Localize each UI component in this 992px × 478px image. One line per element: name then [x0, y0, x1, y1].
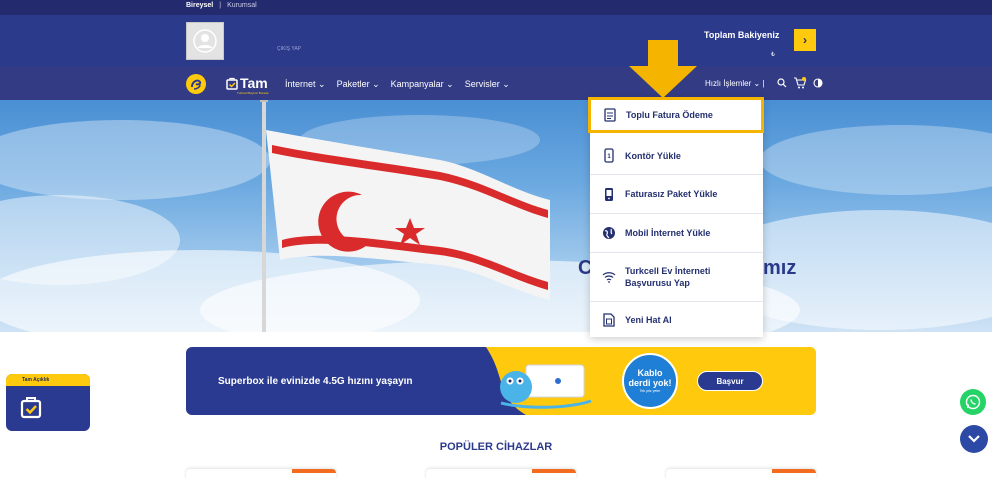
popular-devices-title: POPÜLER CİHAZLAR — [439, 441, 553, 453]
kablo-badge: Kablo derdi yok! Tek priz yeter — [622, 353, 678, 409]
top-bar: Bireysel | Kurumsal — [0, 0, 992, 15]
device-card[interactable] — [186, 469, 336, 478]
superbox-router-image — [500, 361, 592, 409]
user-icon — [193, 29, 217, 53]
menu-packages[interactable]: Paketler ⌄ — [337, 79, 380, 90]
nav-icon-group — [777, 77, 823, 89]
chevron-right-icon: › — [803, 33, 807, 47]
arrow-down-icon — [629, 40, 697, 98]
device-card[interactable] — [666, 469, 816, 478]
device-card-tag — [532, 469, 576, 473]
dropdown-item-mobile-internet[interactable]: Mobil İnternet Yükle — [590, 214, 763, 253]
main-menu: İnternet ⌄ Paketler ⌄ Kampanyalar ⌄ Serv… — [285, 79, 510, 90]
contrast-toggle-icon[interactable] — [813, 78, 823, 88]
banner-headline: Superbox ile evinizde 4.5G hızını yaşayı… — [218, 376, 413, 387]
dropdown-item-label: Kontör Yükle — [625, 150, 681, 161]
main-nav: Tam Turkcell Bayiniz Burada İnternet ⌄ P… — [0, 67, 992, 100]
chevron-down-icon — [968, 435, 980, 443]
cart-icon[interactable] — [793, 77, 807, 89]
hero-heading-right: mız — [763, 257, 797, 279]
turkcell-logo-icon — [191, 79, 202, 90]
quick-actions-menu[interactable]: Hızlı İşlemler ⌄ | — [705, 79, 764, 88]
svg-text:1: 1 — [607, 154, 611, 160]
balance-currency: ₺ — [771, 52, 775, 58]
turkcell-logo[interactable] — [186, 74, 206, 94]
dropdown-item-bulk-bill-payment[interactable]: Toplu Fatura Ödeme — [588, 97, 764, 133]
quick-actions-dropdown: Toplu Fatura Ödeme 1 Kontör Yükle Fatura… — [588, 97, 764, 337]
dropdown-item-home-internet[interactable]: Turkcell Ev İnterneti Başvurusu Yap — [590, 253, 763, 302]
search-icon[interactable] — [777, 78, 787, 88]
sim-card-icon — [602, 312, 616, 328]
dropdown-item-label: Yeni Hat Al — [625, 314, 672, 325]
wifi-icon — [602, 269, 616, 285]
device-card[interactable] — [426, 469, 576, 478]
scroll-down-button[interactable] — [960, 425, 988, 453]
avatar[interactable] — [186, 22, 224, 60]
tam-logo[interactable]: Tam — [226, 75, 268, 91]
tam-brand-subtitle: Turkcell Bayiniz Burada — [237, 91, 269, 95]
dropdown-item-load-credit[interactable]: 1 Kontör Yükle — [590, 137, 763, 175]
balance-arrow-button[interactable]: › — [794, 29, 816, 51]
balance-label: Toplam Bakiyeniz — [704, 30, 780, 40]
badge-line3: Tek priz yeter — [639, 389, 661, 393]
dropdown-item-label-line2: Başvurusu Yap — [625, 278, 690, 288]
device-card-tag — [292, 469, 336, 473]
tam-bag-icon — [226, 77, 238, 90]
tam-widget[interactable]: Tam Açıklık — [6, 374, 90, 431]
dropdown-item-label-group: Turkcell Ev İnterneti Başvurusu Yap — [625, 265, 710, 289]
apply-button[interactable]: Başvur — [697, 371, 763, 391]
phone-credit-icon: 1 — [602, 148, 616, 164]
tam-widget-label: Tam Açıklık — [6, 374, 90, 386]
personal-link[interactable]: Bireysel — [186, 2, 213, 9]
dropdown-item-prepaid-package[interactable]: Faturasız Paket Yükle — [590, 175, 763, 214]
phone-package-icon — [602, 186, 616, 202]
trnc-flag-image — [260, 100, 550, 332]
dropdown-item-label: Faturasız Paket Yükle — [625, 189, 718, 199]
segment-separator: | — [219, 2, 222, 9]
tam-brand-text: Tam — [240, 75, 268, 91]
superbox-promo-banner[interactable]: Superbox ile evinizde 4.5G hızını yaşayı… — [186, 347, 816, 415]
badge-line2: derdi yok! — [628, 378, 672, 388]
globe-icon — [602, 225, 616, 241]
segment-links: Bireysel | Kurumsal — [186, 2, 257, 9]
badge-line1: Kablo — [637, 368, 663, 378]
whatsapp-button[interactable] — [960, 389, 986, 415]
corporate-link[interactable]: Kurumsal — [227, 2, 257, 9]
hero-banner[interactable]: C mız — [0, 100, 992, 332]
dropdown-item-label: Toplu Fatura Ödeme — [626, 110, 713, 120]
menu-services[interactable]: Servisler ⌄ — [465, 79, 510, 90]
menu-campaigns[interactable]: Kampanyalar ⌄ — [391, 79, 454, 90]
dropdown-item-label: Turkcell Ev İnterneti — [625, 266, 711, 276]
dropdown-item-new-line[interactable]: Yeni Hat Al — [590, 302, 763, 337]
account-bar: ÇIKIŞ YAP Toplam Bakiyeniz ₺ › — [0, 15, 992, 67]
menu-internet[interactable]: İnternet ⌄ — [285, 79, 326, 90]
whatsapp-icon — [965, 394, 981, 410]
dropdown-item-label: Mobil İnternet Yükle — [625, 228, 711, 238]
invoice-icon — [603, 107, 617, 123]
tam-bag-icon — [20, 397, 42, 419]
device-card-tag — [772, 469, 816, 473]
logout-link[interactable]: ÇIKIŞ YAP — [277, 46, 301, 52]
